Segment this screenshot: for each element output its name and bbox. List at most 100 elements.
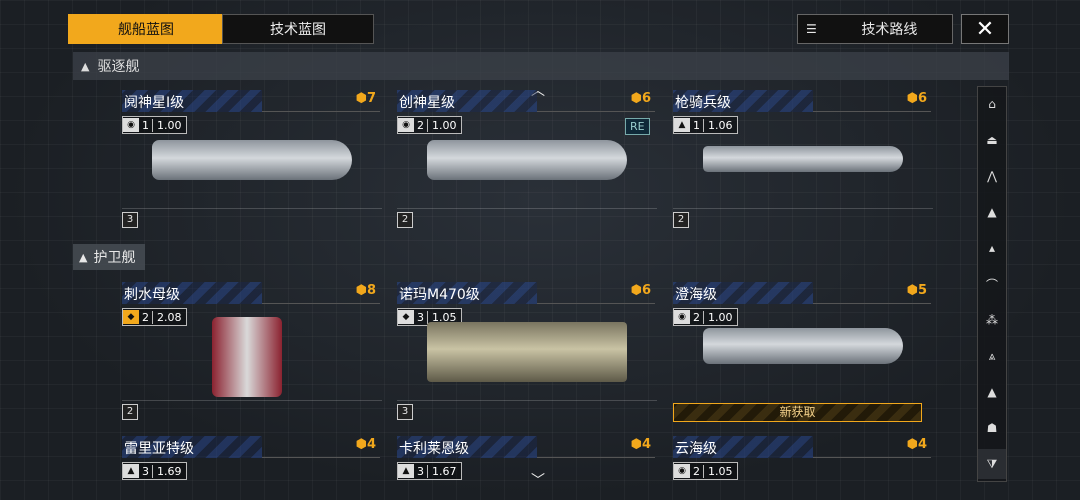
cost-badge: ⬢4 <box>906 437 927 452</box>
ship-stat: ◉ 2 1.00 <box>673 308 738 326</box>
ship-class-icon: ▲ <box>123 464 139 478</box>
section-name: 驱逐舰 <box>97 59 140 75</box>
section-frigate[interactable]: ▲ 护卫舰 <box>73 244 146 270</box>
ship-class-icon: ◆ <box>398 310 414 324</box>
new-acquired-banner: 新获取 <box>673 403 922 422</box>
ship-class-filter-bar: ⌂ ⏏ ⋀ ▲ ▴ ⌒ ⁂ ⩓ ▲ ☗ ⧩ <box>977 86 1007 482</box>
cost-badge: ⬢7 <box>355 91 376 106</box>
tier-badge: 2 <box>122 404 138 420</box>
ship-stat: ▲ 1 1.06 <box>673 116 738 134</box>
ship-card[interactable]: 卡利莱恩级 ⬢4 ▲ 3 1.67 <box>397 436 657 496</box>
ship-card[interactable]: 诺玛M470级 ⬢6 ◆ 3 1.05 3 <box>397 282 657 422</box>
ship-card[interactable]: 澄海级 ⬢5 ◉ 2 1.00 <box>673 282 933 422</box>
ship-class-icon: ◆ <box>123 310 139 324</box>
collapse-arrow-icon: ▲ <box>79 250 88 264</box>
ship-value: 1.00 <box>152 118 186 132</box>
ship-stat: ◆ 2 2.08 <box>122 308 187 326</box>
filter-corvette-icon[interactable]: ⌒ <box>978 269 1006 299</box>
roadmap-icon: ☰ <box>806 22 817 36</box>
ship-level: 2 <box>142 310 149 324</box>
ship-card[interactable]: 创神星级 ⬢6 ◉ 2 1.00 RE 2 <box>397 90 657 230</box>
section-name: 护卫舰 <box>93 250 136 266</box>
ship-value: 1.69 <box>152 464 186 478</box>
title-divider <box>537 303 655 304</box>
tier-badge: 2 <box>397 212 413 228</box>
ship-name: 创神星级 <box>399 95 455 111</box>
filter-carrier-icon[interactable]: ⌂ <box>978 89 1006 119</box>
blueprint-line <box>673 208 933 209</box>
ship-card[interactable]: 阋神星I级 ⬢7 ◉ 1 1.00 3 <box>122 90 382 230</box>
ship-image <box>212 317 282 397</box>
cost-badge: ⬢6 <box>630 91 651 106</box>
ship-level: 3 <box>142 464 149 478</box>
ship-value: 1.05 <box>703 464 737 478</box>
blueprint-line <box>397 208 657 209</box>
ship-stat: ◉ 1 1.00 <box>122 116 187 134</box>
tier-badge: 2 <box>673 212 689 228</box>
tab-ship-blueprint[interactable]: 舰船蓝图 <box>70 14 222 44</box>
scroll-down-icon[interactable]: ﹀ <box>531 470 545 490</box>
roadmap-label: 技术路线 <box>861 22 918 38</box>
cost-badge: ⬢8 <box>355 283 376 298</box>
ship-level: 2 <box>693 310 700 324</box>
ship-class-icon: ▲ <box>398 464 414 478</box>
ship-card[interactable]: 枪骑兵级 ⬢6 ▲ 1 1.06 2 <box>673 90 933 230</box>
ship-image <box>427 140 627 180</box>
re-badge: RE <box>625 118 650 135</box>
ship-value: 1.00 <box>703 310 737 324</box>
tier-badge: 3 <box>122 212 138 228</box>
cost-badge: ⬢4 <box>355 437 376 452</box>
close-icon: ✕ <box>975 16 995 42</box>
ship-level: 3 <box>417 310 424 324</box>
filter-battlecruiser-icon[interactable]: ⏏ <box>978 125 1006 155</box>
title-divider <box>537 111 655 112</box>
filter-utility-icon[interactable]: ☗ <box>978 413 1006 443</box>
section-destroyer[interactable]: ▲ 驱逐舰 <box>73 52 1009 80</box>
ship-image <box>152 140 352 180</box>
filter-support-icon[interactable]: ▲ <box>978 377 1006 407</box>
ship-image <box>703 328 903 364</box>
title-divider <box>262 111 380 112</box>
tab-accent-bar <box>68 14 72 44</box>
ship-value: 2.08 <box>152 310 186 324</box>
blueprint-line <box>122 400 382 401</box>
ship-level: 1 <box>142 118 149 132</box>
title-divider <box>537 457 655 458</box>
cost-badge: ⬢4 <box>630 437 651 452</box>
filter-settings-icon[interactable]: ⧩ <box>978 449 1006 479</box>
ship-value: 1.06 <box>703 118 737 132</box>
ship-class-icon: ◉ <box>123 118 139 132</box>
tech-roadmap-button[interactable]: ☰ 技术路线 <box>797 14 953 44</box>
ship-level: 3 <box>417 464 424 478</box>
ship-stat: ▲ 3 1.67 <box>397 462 462 480</box>
ship-name: 云海级 <box>675 441 717 457</box>
ship-value: 1.00 <box>427 118 461 132</box>
ship-class-icon: ▲ <box>674 118 690 132</box>
cost-badge: ⬢5 <box>906 283 927 298</box>
ship-name: 雷里亚特级 <box>124 441 194 457</box>
category-tabs: 舰船蓝图 技术蓝图 <box>68 14 374 44</box>
ship-name: 刺水母级 <box>124 287 180 303</box>
filter-destroyer-icon[interactable]: ▲ <box>978 197 1006 227</box>
ship-name: 枪骑兵级 <box>675 95 731 111</box>
ship-level: 2 <box>417 118 424 132</box>
filter-fighter-icon[interactable]: ⁂ <box>978 305 1006 335</box>
ship-image <box>703 146 903 172</box>
filter-cruiser-icon[interactable]: ⋀ <box>978 161 1006 191</box>
filter-frigate-icon[interactable]: ▴ <box>978 233 1006 263</box>
ship-card[interactable]: 刺水母级 ⬢8 ◆ 2 2.08 2 <box>122 282 382 422</box>
ship-name: 卡利莱恩级 <box>399 441 469 457</box>
ship-class-icon: ◉ <box>674 464 690 478</box>
ship-card[interactable]: 雷里亚特级 ⬢4 ▲ 3 1.69 <box>122 436 382 496</box>
ship-class-icon: ◉ <box>674 310 690 324</box>
ship-name: 阋神星I级 <box>124 95 185 111</box>
title-divider <box>262 457 380 458</box>
ship-stat: ▲ 3 1.69 <box>122 462 187 480</box>
ship-level: 2 <box>693 464 700 478</box>
ship-card[interactable]: 云海级 ⬢4 ◉ 2 1.05 <box>673 436 933 496</box>
close-button[interactable]: ✕ <box>961 14 1009 44</box>
blueprint-line <box>122 208 382 209</box>
filter-aircraft-icon[interactable]: ⩓ <box>978 341 1006 371</box>
ship-name: 澄海级 <box>675 287 717 303</box>
tab-tech-blueprint[interactable]: 技术蓝图 <box>222 14 374 44</box>
